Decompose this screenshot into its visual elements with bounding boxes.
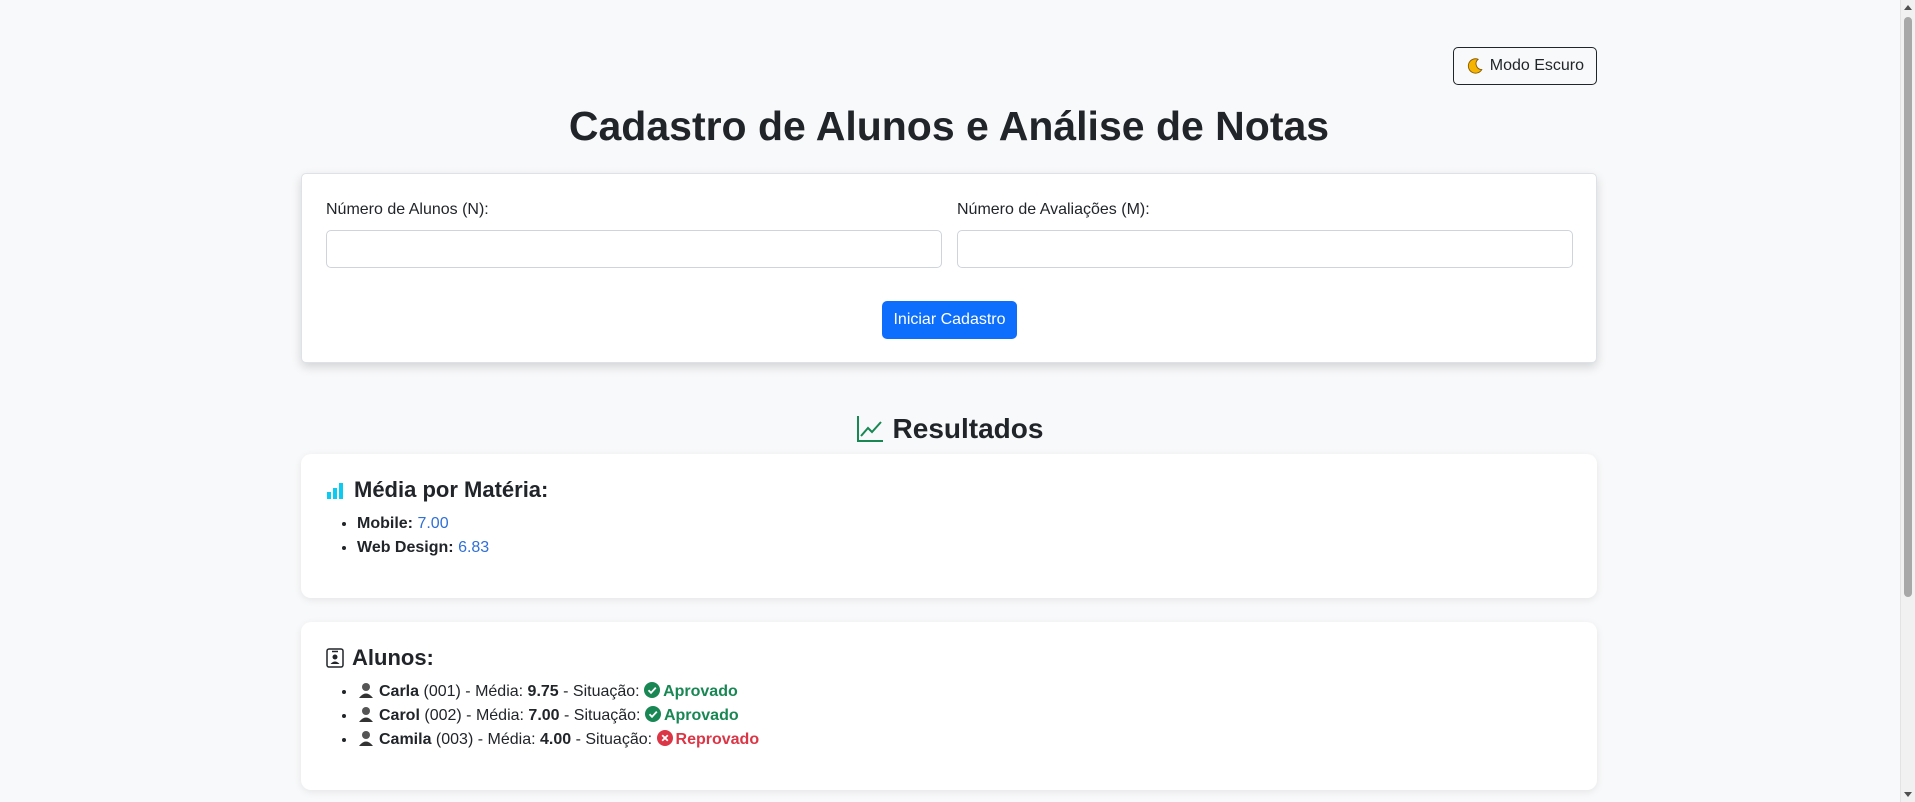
- x-circle-icon: [656, 730, 673, 746]
- page: Modo Escuro Cadastro de Alunos e Análise…: [0, 0, 1900, 802]
- student-average: 4.00: [539, 731, 572, 748]
- average-label: - Média:: [466, 707, 524, 724]
- average-label: - Média:: [477, 731, 536, 748]
- status-failed: Reprovado: [656, 730, 760, 748]
- status-label: - Situação:: [575, 731, 653, 748]
- scrollbar-thumb[interactable]: [1904, 17, 1912, 597]
- page-title: Cadastro de Alunos e Análise de Notas: [568, 103, 1330, 149]
- subject-name: Web Design:: [357, 539, 454, 556]
- student-id: (002): [424, 707, 462, 724]
- subjects-title: Média por Matéria:: [354, 477, 549, 502]
- subjects-heading: Média por Matéria:: [326, 476, 1572, 504]
- assessments-count-label: Número de Avaliações (M):: [957, 201, 1150, 218]
- student-name: Carol: [379, 707, 420, 724]
- students-heading: Alunos:: [326, 644, 1572, 672]
- student-icon: [359, 683, 373, 698]
- students-count-label: Número de Alunos (N):: [326, 201, 489, 218]
- registration-form-card: Número de Alunos (N): Número de Avaliaçõ…: [301, 173, 1597, 363]
- subjects-list: Mobile: 7.00 Web Design: 6.83: [326, 512, 1572, 560]
- students-count-input[interactable]: [326, 230, 942, 268]
- student-id: (003): [435, 731, 474, 748]
- moon-icon: [1467, 58, 1483, 74]
- assessments-count-field: Número de Avaliações (M):: [957, 200, 1573, 268]
- person-badge-icon: [326, 648, 344, 668]
- check-circle-icon: [644, 682, 661, 698]
- student-icon: [359, 731, 373, 746]
- student-average: 7.00: [528, 707, 560, 724]
- subject-name: Mobile:: [357, 515, 413, 532]
- subjects-card: Média por Matéria: Mobile: 7.00 Web Desi…: [301, 454, 1597, 598]
- list-item: Carol (002) - Média: 7.00 - Situação: Ap…: [357, 704, 1572, 728]
- students-list: Carla (001) - Média: 9.75 - Situação: Ap…: [326, 680, 1572, 752]
- student-id: (001): [423, 683, 461, 700]
- scroll-up-arrow-icon[interactable]: [1904, 5, 1912, 10]
- list-item: Camila (003) - Média: 4.00 - Situação: R…: [357, 728, 1572, 752]
- students-title: Alunos:: [352, 645, 434, 670]
- results-title: Resultados: [892, 413, 1044, 444]
- status-text: Aprovado: [663, 683, 738, 700]
- status-approved: Aprovado: [644, 682, 738, 700]
- subject-average: 6.83: [458, 539, 490, 556]
- check-circle-icon: [644, 706, 661, 722]
- start-registration-button[interactable]: Iniciar Cadastro: [882, 301, 1017, 339]
- status-label: - Situação:: [564, 707, 641, 724]
- status-text: Aprovado: [663, 707, 739, 724]
- bar-chart-icon: [327, 483, 343, 499]
- status-approved: Aprovado: [644, 706, 739, 724]
- student-icon: [359, 707, 373, 722]
- dark-mode-label: Modo Escuro: [1489, 57, 1584, 74]
- subject-average: 7.00: [417, 515, 449, 532]
- results-heading: Resultados: [301, 412, 1597, 446]
- list-item: Mobile: 7.00: [357, 512, 1572, 536]
- status-text: Reprovado: [675, 731, 760, 748]
- assessments-count-input[interactable]: [957, 230, 1573, 268]
- vertical-scrollbar[interactable]: [1900, 0, 1915, 802]
- status-label: - Situação:: [563, 683, 640, 700]
- students-count-field: Número de Alunos (N):: [326, 200, 942, 268]
- line-chart-icon: [856, 416, 883, 442]
- list-item: Carla (001) - Média: 9.75 - Situação: Ap…: [357, 680, 1572, 704]
- scroll-down-arrow-icon[interactable]: [1904, 792, 1912, 797]
- average-label: - Média:: [465, 683, 524, 700]
- dark-mode-button[interactable]: Modo Escuro: [1452, 47, 1597, 85]
- student-average: 9.75: [527, 683, 559, 700]
- list-item: Web Design: 6.83: [357, 536, 1572, 560]
- student-name: Camila: [379, 731, 432, 748]
- students-card: Alunos: Carla (001) - Média: 9.75 - Situ…: [301, 622, 1597, 790]
- student-name: Carla: [379, 683, 420, 700]
